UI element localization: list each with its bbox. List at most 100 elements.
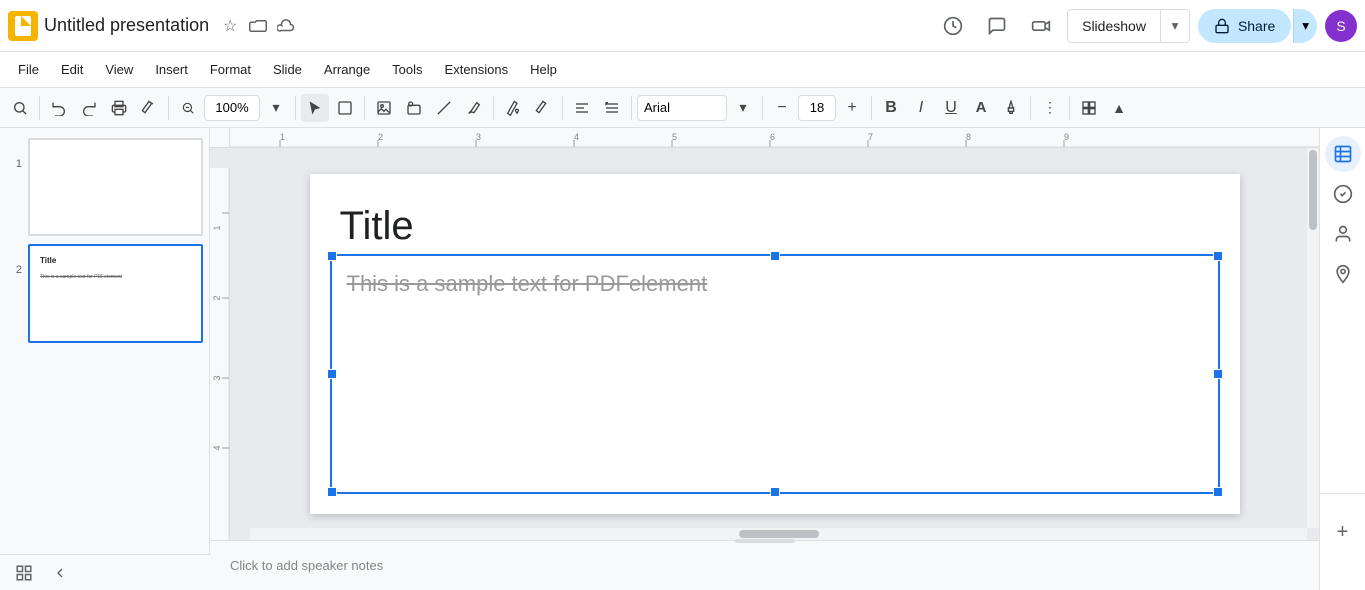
menu-tools[interactable]: Tools (382, 58, 432, 81)
meet-button[interactable] (1023, 8, 1059, 44)
handle-top-center[interactable] (770, 251, 780, 261)
undo-button[interactable] (45, 94, 73, 122)
font-size-increase-button[interactable]: + (838, 94, 866, 122)
sidebar-maps-button[interactable] (1325, 256, 1361, 292)
insert-shape-button[interactable] (400, 94, 428, 122)
comments-button[interactable] (979, 8, 1015, 44)
line-spacing-button[interactable] (598, 94, 626, 122)
bold-button[interactable]: B (877, 94, 905, 122)
zoom-input[interactable] (204, 95, 260, 121)
svg-text:5: 5 (672, 132, 677, 142)
slide-preview-1[interactable] (28, 138, 203, 236)
cloud-sync-icon[interactable] (275, 15, 297, 37)
align-left-button[interactable] (568, 94, 596, 122)
insert-line-button[interactable] (430, 94, 458, 122)
search-toolbar-button[interactable] (6, 94, 34, 122)
scribble-button[interactable] (460, 94, 488, 122)
share-arrow-button[interactable]: ▾ (1293, 9, 1317, 43)
collapse-toolbar-button[interactable]: ▲ (1105, 94, 1133, 122)
star-icon[interactable]: ☆ (219, 15, 241, 37)
slideshow-dropdown-button[interactable]: ▾ (1161, 10, 1189, 42)
sidebar-check-button[interactable] (1325, 176, 1361, 212)
svg-text:7: 7 (868, 132, 873, 142)
speaker-notes-area[interactable]: Click to add speaker notes (210, 540, 1319, 590)
slide-number-1: 1 (6, 138, 22, 170)
slideshow-main-button[interactable]: Slideshow (1068, 10, 1161, 42)
cursor-button[interactable] (301, 94, 329, 122)
svg-text:2: 2 (212, 295, 222, 300)
paint-format-button[interactable] (135, 94, 163, 122)
handle-bottom-right[interactable] (1213, 487, 1223, 497)
sidebar-add-button[interactable]: + (1325, 514, 1361, 550)
toolbar: ▾ ▾ − + B I U A ⋮ (0, 88, 1365, 128)
italic-button[interactable]: I (907, 94, 935, 122)
slide-preview-2-body: This is a sample text for PDFelement (40, 274, 191, 280)
slideshow-button[interactable]: Slideshow ▾ (1067, 9, 1190, 43)
handle-bottom-center[interactable] (770, 487, 780, 497)
fill-color-button[interactable] (499, 94, 527, 122)
slide-thumb-2[interactable]: 2 Title This is a sample text for PDFele… (6, 244, 203, 342)
menu-slide[interactable]: Slide (263, 58, 312, 81)
history-button[interactable] (935, 8, 971, 44)
layout-options-button[interactable] (1075, 94, 1103, 122)
handle-bottom-left[interactable] (327, 487, 337, 497)
menu-edit[interactable]: Edit (51, 58, 93, 81)
handle-top-left[interactable] (327, 251, 337, 261)
text-box[interactable]: This is a sample text for PDFelement (330, 254, 1220, 494)
folder-icon[interactable] (247, 15, 269, 37)
v-scrollbar-thumb[interactable] (1309, 150, 1317, 230)
share-button[interactable]: Share (1198, 9, 1291, 43)
menu-insert[interactable]: Insert (145, 58, 198, 81)
text-color-button[interactable]: A (967, 94, 995, 122)
more-options-button[interactable]: ⋮ (1036, 94, 1064, 122)
slides-panel: 1 2 Title This is a sample text for PDFe… (0, 128, 210, 590)
underline-button[interactable]: U (937, 94, 965, 122)
slide-thumb-1[interactable]: 1 (6, 138, 203, 236)
doc-title[interactable]: Untitled presentation (44, 15, 209, 36)
slide-canvas-wrap[interactable]: Title This is a sample text for PDFeleme… (230, 148, 1319, 540)
ruler-corner (210, 128, 230, 148)
user-avatar[interactable]: S (1325, 10, 1357, 42)
insert-image-button[interactable] (370, 94, 398, 122)
redo-button[interactable] (75, 94, 103, 122)
handle-top-right[interactable] (1213, 251, 1223, 261)
highlight-button[interactable] (997, 94, 1025, 122)
speaker-notes-placeholder[interactable]: Click to add speaker notes (230, 558, 383, 573)
menu-file[interactable]: File (8, 58, 49, 81)
zoom-dropdown-button[interactable]: ▾ (262, 94, 290, 122)
svg-text:2: 2 (378, 132, 383, 142)
border-color-button[interactable] (529, 94, 557, 122)
font-size-input[interactable] (798, 95, 836, 121)
svg-text:6: 6 (770, 132, 775, 142)
handle-middle-left[interactable] (327, 369, 337, 379)
grid-view-button[interactable] (10, 559, 38, 587)
slide-title[interactable]: Title (340, 204, 414, 249)
font-family-dropdown[interactable]: ▾ (729, 94, 757, 122)
select-button[interactable] (331, 94, 359, 122)
notes-resize-handle[interactable] (735, 539, 795, 543)
toolbar-divider-4 (364, 96, 365, 120)
menu-format[interactable]: Format (200, 58, 261, 81)
menu-view[interactable]: View (95, 58, 143, 81)
title-bar: Untitled presentation ☆ Slideshow ▾ Shar… (0, 0, 1365, 52)
vertical-scrollbar[interactable] (1307, 148, 1319, 528)
font-family-input[interactable] (637, 95, 727, 121)
menu-help[interactable]: Help (520, 58, 567, 81)
sidebar-sheets-button[interactable] (1325, 136, 1361, 172)
h-scrollbar-thumb[interactable] (739, 530, 819, 538)
print-button[interactable] (105, 94, 133, 122)
text-box-content[interactable]: This is a sample text for PDFelement (332, 256, 1218, 312)
sidebar-user-button[interactable] (1325, 216, 1361, 252)
toolbar-divider-3 (295, 96, 296, 120)
canvas-area: 1 2 3 4 5 6 7 8 9 (210, 128, 1319, 590)
vertical-ruler: 1 2 3 4 (210, 168, 230, 540)
menu-extensions[interactable]: Extensions (435, 58, 519, 81)
collapse-panel-button[interactable] (46, 559, 74, 587)
toolbar-divider-7 (631, 96, 632, 120)
slide-preview-2[interactable]: Title This is a sample text for PDFeleme… (28, 244, 203, 342)
zoom-out-button[interactable] (174, 94, 202, 122)
font-size-decrease-button[interactable]: − (768, 94, 796, 122)
app-logo[interactable] (8, 11, 38, 41)
menu-arrange[interactable]: Arrange (314, 58, 380, 81)
handle-middle-right[interactable] (1213, 369, 1223, 379)
